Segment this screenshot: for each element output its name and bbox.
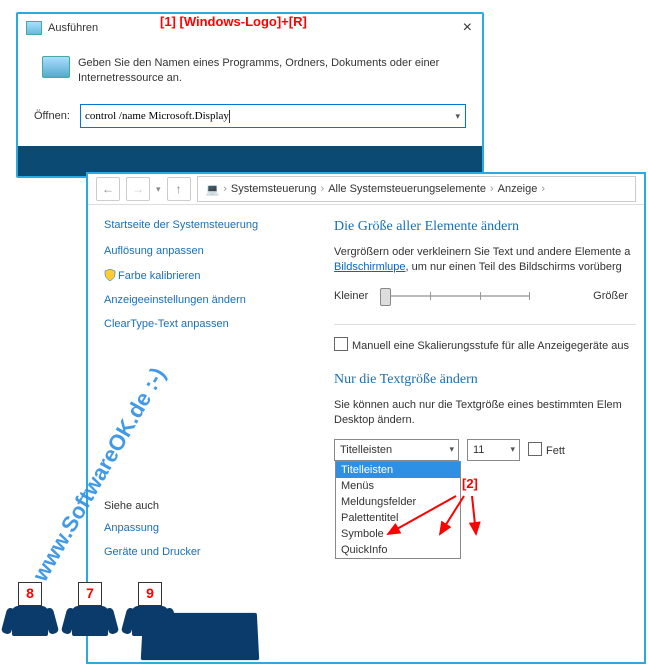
sidebar-link-display[interactable]: Anzeigeeinstellungen ändern: [104, 294, 300, 306]
sidebar-link-resolution[interactable]: Auflösung anpassen: [104, 245, 300, 257]
run-description: Geben Sie den Namen eines Programms, Ord…: [78, 56, 466, 87]
pc-icon: 💻: [206, 183, 220, 196]
main-panel: Die Größe aller Elemente ändern Vergröße…: [316, 205, 644, 663]
back-button[interactable]: ←: [96, 177, 120, 201]
open-label: Öffnen:: [34, 110, 80, 122]
crumb-2[interactable]: Anzeige: [498, 183, 538, 195]
sidebar-link-cleartype[interactable]: ClearType-Text anpassen: [104, 318, 300, 330]
see-also-personalization[interactable]: Anpassung: [104, 522, 300, 534]
option-quickinfo[interactable]: QuickInfo: [336, 542, 460, 558]
heading-size: Die Größe aller Elemente ändern: [334, 219, 644, 235]
option-icons[interactable]: Symbole: [336, 526, 460, 542]
magnifier-link[interactable]: Bildschirmlupe: [334, 261, 406, 273]
size-select[interactable]: 11▾: [467, 439, 520, 461]
chevron-down-icon: ▾: [449, 444, 454, 455]
bold-checkbox[interactable]: [528, 442, 542, 456]
breadcrumb[interactable]: 💻› Systemsteuerung› Alle Systemsteuerung…: [197, 176, 636, 202]
slider-label-smaller: Kleiner: [334, 290, 368, 302]
up-button[interactable]: ↑: [167, 177, 191, 201]
size-description: Vergrößern oder verkleinern Sie Text und…: [334, 245, 644, 276]
forward-button[interactable]: →: [126, 177, 150, 201]
option-messageboxes[interactable]: Meldungsfelder: [336, 494, 460, 510]
sidebar-link-color[interactable]: Farbe kalibrieren: [104, 269, 300, 282]
manual-scale-checkbox[interactable]: [334, 337, 348, 351]
run-title: Ausführen: [48, 22, 98, 34]
sidebar-home[interactable]: Startseite der Systemsteuerung: [104, 219, 300, 231]
figure-2: 7: [60, 582, 120, 654]
see-also-devices[interactable]: Geräte und Drucker: [104, 546, 300, 558]
close-icon[interactable]: ×: [463, 19, 472, 37]
crumb-0[interactable]: Systemsteuerung: [231, 183, 317, 195]
run-icon: [26, 21, 42, 35]
scale-slider[interactable]: [380, 286, 530, 306]
chevron-down-icon: ▾: [510, 444, 515, 455]
run-body: Geben Sie den Namen eines Programms, Ord…: [18, 42, 482, 146]
bold-row: Fett: [528, 442, 565, 457]
chevron-down-icon[interactable]: ▾: [156, 184, 161, 195]
annotation-1: [1] [Windows-Logo]+[R]: [160, 14, 307, 29]
manual-scale-row: Manuell eine Skalierungsstufe für alle A…: [334, 337, 644, 352]
figure-3: 9: [120, 582, 180, 654]
slider-label-larger: Größer: [593, 290, 628, 302]
slider-thumb[interactable]: [380, 288, 391, 306]
figure-1: 8: [0, 582, 60, 654]
monitor-icon: [42, 56, 70, 78]
option-palette[interactable]: Palettentitel: [336, 510, 460, 526]
text-size-description: Sie können auch nur die Textgröße eines …: [334, 398, 644, 429]
see-also-heading: Siehe auch: [104, 500, 300, 512]
text-size-controls: Titelleisten▾ Titelleisten Menüs Meldung…: [334, 439, 644, 461]
chevron-down-icon[interactable]: ▾: [455, 111, 460, 122]
heading-text-size: Nur die Textgröße ändern: [334, 372, 644, 388]
option-menus[interactable]: Menüs: [336, 478, 460, 494]
annotation-2: [2]: [462, 476, 478, 491]
element-select[interactable]: Titelleisten▾ Titelleisten Menüs Meldung…: [334, 439, 459, 461]
shield-icon: [104, 269, 116, 281]
run-dialog: Ausführen × Geben Sie den Namen eines Pr…: [16, 12, 484, 178]
cartoon-figures: 8 7 9: [0, 582, 180, 654]
element-dropdown: Titelleisten Menüs Meldungsfelder Palett…: [335, 461, 461, 559]
nav-bar: ← → ▾ ↑ 💻› Systemsteuerung› Alle Systems…: [88, 174, 644, 205]
run-input[interactable]: control /name Microsoft.Display ▾: [80, 104, 466, 128]
option-titlebars[interactable]: Titelleisten: [336, 462, 460, 478]
crumb-1[interactable]: Alle Systemsteuerungselemente: [328, 183, 486, 195]
run-input-value: control /name Microsoft.Display: [85, 110, 229, 122]
